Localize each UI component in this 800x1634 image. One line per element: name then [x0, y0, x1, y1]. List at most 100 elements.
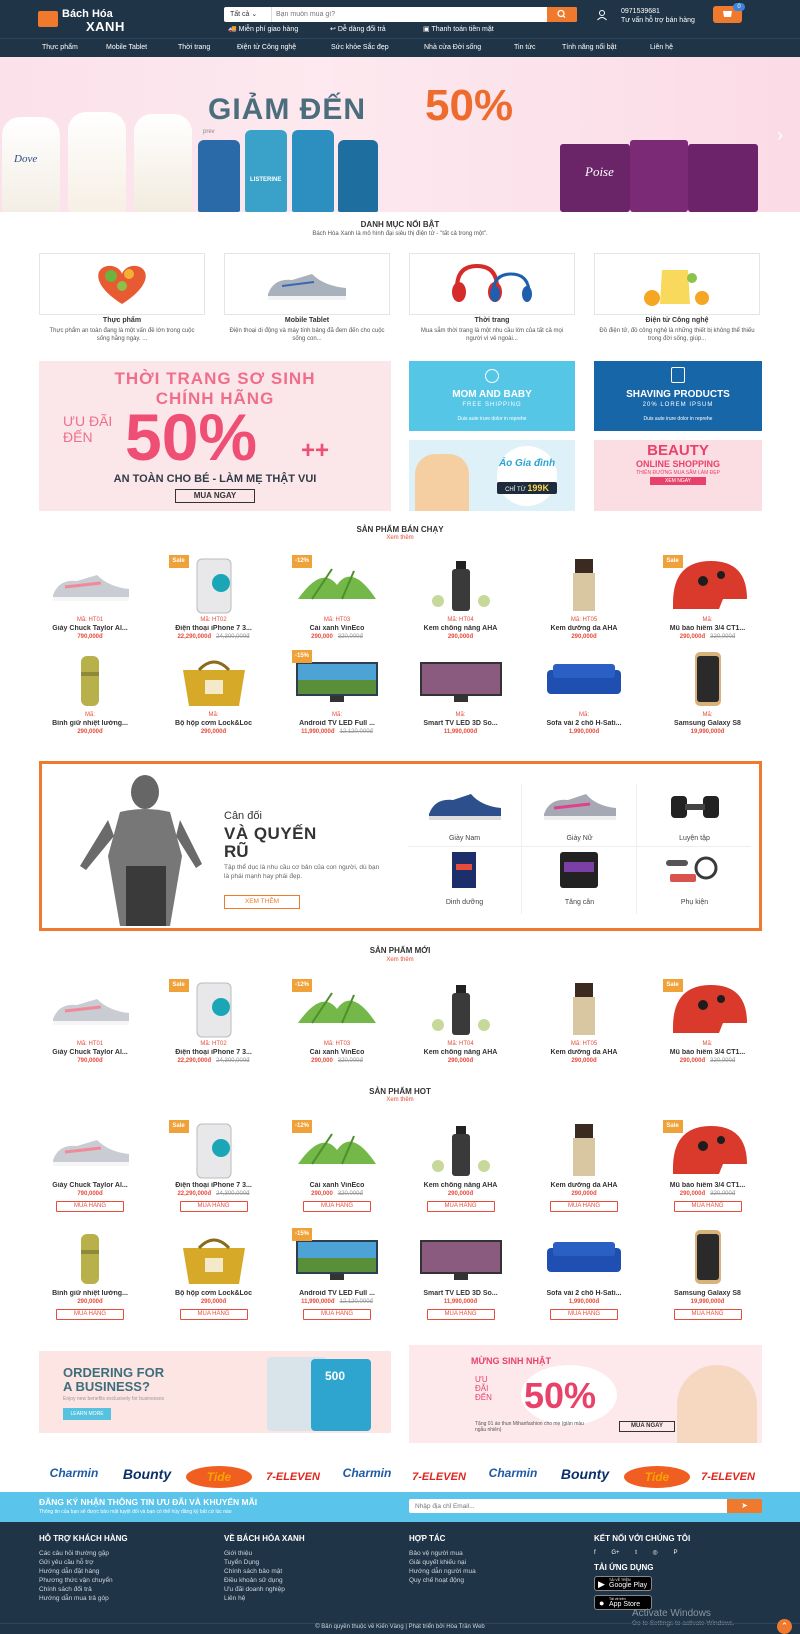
product-name[interactable]: Mũ bảo hiểm 3/4 CT1...: [653, 1049, 763, 1056]
brand-logo-7eleven[interactable]: 7-ELEVEN: [696, 1466, 760, 1488]
product-name[interactable]: Bình giữ nhiệt lường...: [35, 720, 145, 727]
footer-link[interactable]: Bảo vệ người mua: [409, 1549, 476, 1558]
newsletter-email-input[interactable]: [409, 1499, 727, 1513]
product-card[interactable]: Sale Điện thoại iPhone 7 3... 22,290,000đ 2…: [159, 1120, 269, 1225]
buy-button[interactable]: MUA HÀNG: [56, 1309, 124, 1320]
product-card[interactable]: Sale Mã: HT02 Điện thoại iPhone 7 3... 22,2…: [159, 979, 269, 1084]
product-card[interactable]: Sale Mã: Mũ bảo hiểm 3/4 CT1... 290,000đ 320…: [653, 555, 763, 660]
product-card[interactable]: Sofa vải 2 chỗ H-Sati... 1,990,000đ MUA HÀ…: [529, 1228, 639, 1333]
buy-button[interactable]: MUA HÀNG: [550, 1309, 618, 1320]
nav-item-lien-he[interactable]: Liên hệ: [650, 44, 673, 51]
buy-now-button[interactable]: MUA NGAY: [175, 489, 255, 503]
learn-more-button[interactable]: LEARN MORE: [63, 1408, 111, 1420]
product-card[interactable]: -12% Cải xanh VinEco 290,000 320,000đ MUA HÀ…: [282, 1120, 392, 1225]
product-name[interactable]: Bộ hộp cơm Lock&Loc: [159, 720, 269, 727]
brand-logo-charmin[interactable]: Charmin: [478, 1466, 548, 1488]
category-name[interactable]: Thời trang: [409, 317, 575, 324]
buy-button[interactable]: MUA HÀNG: [426, 1201, 495, 1212]
fitness-cat-nutrition[interactable]: Dinh dưỡng: [408, 848, 521, 908]
product-card[interactable]: Mã: HT05 Kem dưỡng da AHA 290,000đ: [529, 979, 639, 1084]
footer-link[interactable]: Giải quyết khiếu nại: [409, 1558, 476, 1567]
footer-link[interactable]: Hướng dẫn đặt hàng: [39, 1567, 113, 1576]
brand-logo-charmin[interactable]: Charmin: [39, 1466, 109, 1488]
product-card[interactable]: Kem dưỡng da AHA 290,000đ MUA HÀNG: [529, 1120, 639, 1225]
product-name[interactable]: Bộ hộp cơm Lock&Loc: [159, 1290, 269, 1297]
ad-business-order[interactable]: ORDERING FOR A BUSINESS? Enjoy new benef…: [39, 1351, 391, 1433]
product-card[interactable]: Mã: Sofa vải 2 chỗ H-Sati... 1,990,000đ: [529, 650, 639, 755]
brand-logo-bounty[interactable]: Bounty: [112, 1466, 182, 1488]
product-name[interactable]: Cải xanh VinEco: [282, 1182, 392, 1189]
product-name[interactable]: Android TV LED Full ...: [282, 720, 392, 727]
product-image[interactable]: [415, 979, 506, 1039]
product-card[interactable]: Mã: HT04 Kem chống nắng AHA 290,000đ: [406, 979, 516, 1084]
brand-logo-tide[interactable]: Tide: [186, 1466, 252, 1488]
product-name[interactable]: Kem chống nắng AHA: [406, 1182, 516, 1189]
product-card[interactable]: Mã: HT04 Kem chống nắng AHA 290,000đ: [406, 555, 516, 660]
product-image[interactable]: [415, 1120, 506, 1180]
nav-item-mobile-tablet[interactable]: Mobile Tablet: [106, 44, 147, 51]
product-name[interactable]: Cải xanh VinEco: [282, 625, 392, 632]
product-card[interactable]: Mã: HT05 Kem dưỡng da AHA 290,000đ: [529, 555, 639, 660]
facebook-icon[interactable]: f: [594, 1550, 596, 1556]
product-image[interactable]: [539, 1120, 629, 1180]
chevron-right-icon[interactable]: ›: [777, 125, 789, 145]
category-name[interactable]: Điện tử Công nghệ: [594, 317, 760, 324]
footer-link[interactable]: Phương thức vận chuyển: [39, 1576, 113, 1585]
buy-button[interactable]: MUA HÀNG: [303, 1309, 371, 1320]
search-button[interactable]: [547, 7, 577, 22]
product-card[interactable]: -15% Mã: Android TV LED Full ... 11,990,000…: [282, 650, 392, 755]
product-card[interactable]: Kem chống nắng AHA 290,000đ MUA HÀNG: [406, 1120, 516, 1225]
buy-button[interactable]: MUA HÀNG: [550, 1201, 618, 1212]
footer-link[interactable]: Hướng dẫn người mua: [409, 1567, 476, 1576]
product-name[interactable]: Smart TV LED 3D So...: [406, 1290, 516, 1297]
brand-logo-7eleven[interactable]: 7-ELEVEN: [404, 1466, 474, 1488]
promo-beauty[interactable]: BEAUTY ONLINE SHOPPING THIÊN ĐƯỜNG MUA S…: [594, 440, 762, 511]
footer-link[interactable]: Điều khoản sử dụng: [224, 1576, 285, 1585]
nav-item-thuc-pham[interactable]: Thực phẩm: [42, 44, 78, 51]
buy-button[interactable]: MUA HÀNG: [179, 1309, 248, 1320]
ad-birthday-sale[interactable]: MỪNG SINH NHẬT ƯU ĐÃI ĐẾN 50% Tặng 01 áo t…: [409, 1345, 762, 1443]
product-name[interactable]: Sofa vải 2 chỗ H-Sati...: [529, 1290, 639, 1297]
nav-item-nha-cua[interactable]: Nhà cửa Đời sống: [424, 44, 481, 51]
buy-button[interactable]: MUA HÀNG: [303, 1201, 371, 1212]
product-card[interactable]: Mã: HT01 Giày Chuck Taylor Al... 790,000đ: [35, 555, 145, 660]
product-name[interactable]: Smart TV LED 3D So...: [406, 720, 516, 727]
footer-link[interactable]: Gửi yêu cầu hỗ trợ: [39, 1558, 113, 1567]
product-card[interactable]: Giày Chuck Taylor Al... 790,000đ MUA HÀNG: [35, 1120, 145, 1225]
nav-item-tin-tuc[interactable]: Tin tức: [514, 44, 536, 51]
product-card[interactable]: Sale Mã: HT02 Điện thoại iPhone 7 3... 22,2…: [159, 555, 269, 660]
product-name[interactable]: Điện thoại iPhone 7 3...: [159, 1182, 269, 1189]
product-image[interactable]: [45, 555, 135, 615]
footer-link[interactable]: Chính sách đổi trả: [39, 1585, 113, 1594]
footer-link[interactable]: Ưu đãi doanh nghiệp: [224, 1585, 285, 1594]
logo[interactable]: Bách Hóa XANH: [38, 7, 148, 34]
product-card[interactable]: -12% Mã: HT03 Cải xanh VinEco 290,000 320,00…: [282, 555, 392, 660]
product-image[interactable]: [415, 650, 506, 710]
promo-mom-baby[interactable]: MOM AND BABY FREE SHIPPING Duis aute iru…: [409, 361, 575, 431]
brand-logo-7eleven[interactable]: 7-ELEVEN: [258, 1466, 328, 1488]
product-image[interactable]: [45, 650, 135, 710]
product-name[interactable]: Kem dưỡng da AHA: [529, 1049, 639, 1056]
brand-logo-charmin[interactable]: Charmin: [332, 1466, 402, 1488]
product-name[interactable]: Kem chống nắng AHA: [406, 625, 516, 632]
view-now-button[interactable]: XEM NGAY: [650, 477, 706, 485]
newsletter-submit-button[interactable]: ➤: [727, 1499, 762, 1513]
category-card-electronics[interactable]: [594, 253, 760, 315]
product-name[interactable]: Android TV LED Full ...: [282, 1290, 392, 1297]
product-image[interactable]: [45, 1228, 135, 1288]
product-name[interactable]: Samsung Galaxy S8: [653, 1290, 763, 1297]
nav-item-tinh-nang[interactable]: Tính năng nổi bật: [562, 44, 617, 51]
fitness-cat-accessories[interactable]: Phụ kiện: [638, 848, 751, 908]
buy-button[interactable]: MUA HÀNG: [673, 1309, 742, 1320]
category-name[interactable]: Thực phẩm: [39, 317, 205, 324]
category-name[interactable]: Mobile Tablet: [224, 317, 390, 324]
buy-button[interactable]: MUA HÀNG: [56, 1201, 124, 1212]
buy-now-button[interactable]: MUA NGAY: [619, 1421, 675, 1432]
product-name[interactable]: Kem dưỡng da AHA: [529, 625, 639, 632]
category-card-fashion[interactable]: [409, 253, 575, 315]
product-card[interactable]: -15% Android TV LED Full ... 11,990,000đ 12…: [282, 1228, 392, 1333]
product-image[interactable]: [662, 1228, 753, 1288]
product-name[interactable]: Mũ bảo hiểm 3/4 CT1...: [653, 1182, 763, 1189]
product-image[interactable]: [168, 650, 259, 710]
product-card[interactable]: Sale Mũ bảo hiểm 3/4 CT1... 290,000đ 320,00…: [653, 1120, 763, 1225]
